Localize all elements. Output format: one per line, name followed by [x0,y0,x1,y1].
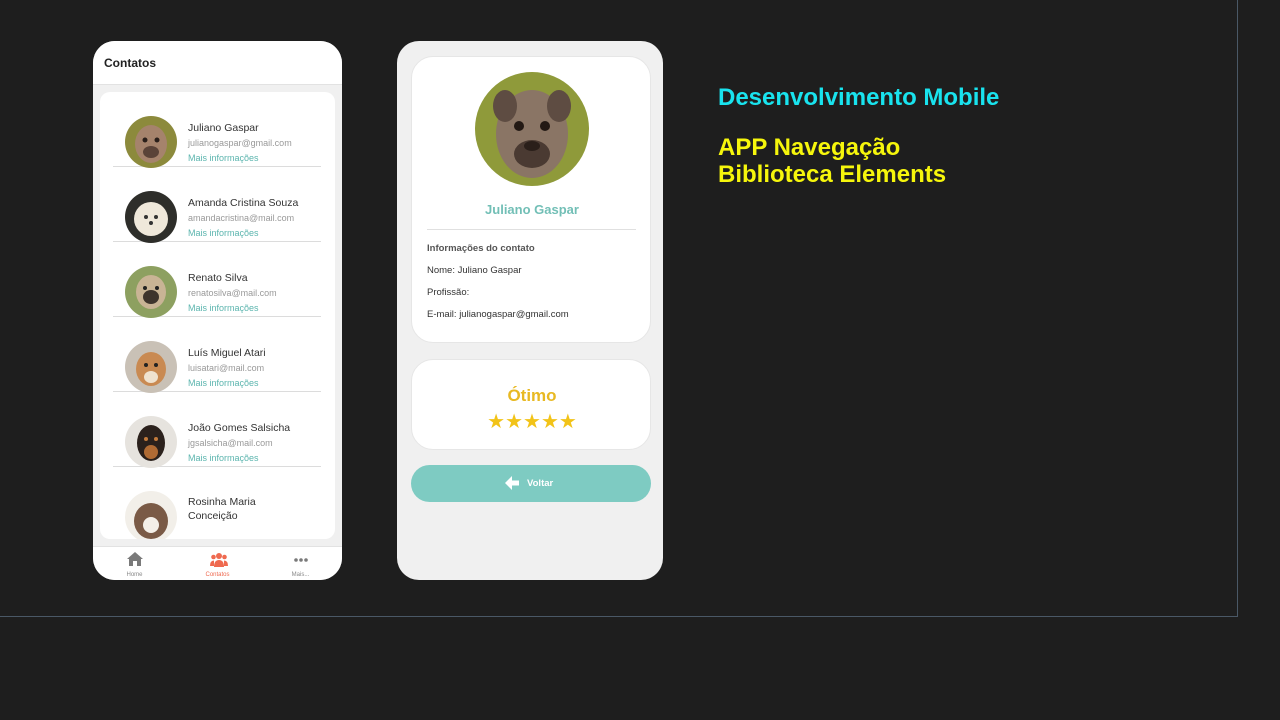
contact-email: luisatari@mail.com [188,363,265,373]
contact-name: Juliano Gaspar [188,122,259,134]
detail-phone: Juliano Gaspar Informações do contato No… [397,41,663,580]
contact-email: amandacristina@mail.com [188,213,295,223]
contact-email: jgsalsicha@mail.com [188,438,273,448]
slide-subheading: APP Navegação Biblioteca Elements [718,134,946,188]
tab-home[interactable]: Home [93,547,176,580]
contact-item[interactable]: Amanda Cristina Souza amandacristina@mai… [113,167,321,243]
more-info-link[interactable]: Mais informações [188,303,259,313]
avatar [475,72,589,186]
contact-item[interactable]: Luís Miguel Atari luisatari@mail.com Mai… [113,317,321,393]
contact-item[interactable]: Renato Silva renatosilva@mail.com Mais i… [113,242,321,318]
tab-more[interactable]: Mais... [259,547,342,580]
avatar [125,341,177,393]
contact-item[interactable]: Juliano Gaspar julianogaspar@gmail.com M… [113,92,321,168]
rating-label: Ótimo [507,386,557,405]
contact-email: renatosilva@mail.com [188,288,277,298]
rating-card: Ótimo ★★★★★ [411,359,651,450]
contact-name: João Gomes Salsicha [188,422,291,434]
tab-label: Home [126,572,143,578]
contact-name: Luís Miguel Atari [188,347,266,359]
star-rating: ★★★★★ [487,411,577,433]
subheading-line: Biblioteca Elements [718,161,947,188]
home-icon [127,552,143,566]
users-icon [210,552,228,567]
contact-name: Juliano Gaspar [485,202,579,217]
more-info-link[interactable]: Mais informações [188,228,259,238]
tab-label: Mais... [291,572,310,578]
more-icon [293,552,309,566]
info-title: Informações do contato [427,243,535,254]
avatar [125,491,177,539]
contact-name: Rosinha Maria Conceição [188,496,256,522]
back-button[interactable]: Voltar [411,465,651,502]
back-button-label: Voltar [527,478,554,489]
profession-line: Profissão: [427,287,470,298]
avatar [125,266,177,318]
contact-name: Amanda Cristina Souza [188,197,299,209]
subheading-line: APP Navegação [718,134,901,161]
more-info-link[interactable]: Mais informações [188,453,259,463]
tab-contacts[interactable]: Contatos [176,547,259,580]
contacts-header: Contatos [93,41,342,85]
tab-label: Contatos [205,572,230,578]
contact-item[interactable]: Rosinha Maria Conceição [113,467,321,539]
bottom-tab-bar: Home Contatos Mais... [93,546,342,580]
more-info-link[interactable]: Mais informações [188,153,259,163]
avatar [125,191,177,243]
divider [427,229,636,230]
contact-name: Renato Silva [188,272,248,284]
email-line: E-mail: julianogaspar@gmail.com [427,309,569,320]
contacts-phone: Contatos Juliano Gaspar julianogaspar@gm… [93,41,342,580]
more-info-link[interactable]: Mais informações [188,378,259,388]
arrow-left-icon [504,475,520,491]
name-line: Nome: Juliano Gaspar [427,265,522,276]
slide-heading: Desenvolvimento Mobile [718,84,1000,111]
contact-detail-card: Juliano Gaspar Informações do contato No… [411,56,651,343]
contact-email: julianogaspar@gmail.com [188,138,292,148]
contact-item[interactable]: João Gomes Salsicha jgsalsicha@mail.com … [113,392,321,468]
avatar [125,416,177,468]
contacts-list: Juliano Gaspar julianogaspar@gmail.com M… [100,92,335,539]
avatar [125,116,177,168]
